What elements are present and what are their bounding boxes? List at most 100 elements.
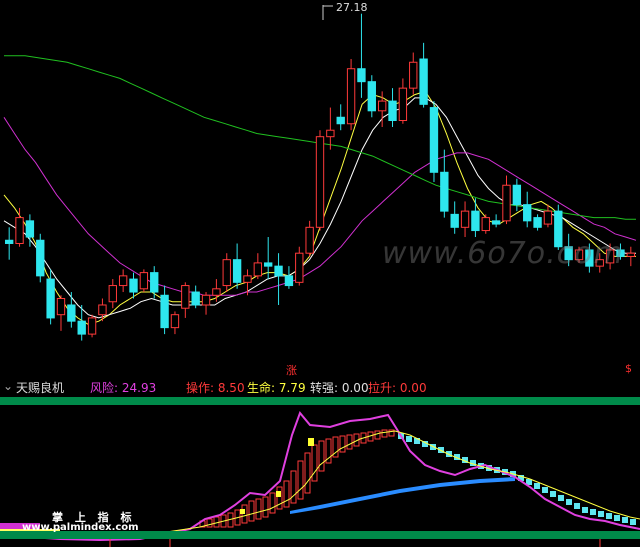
candle (419, 42, 428, 108)
candle-body (191, 291, 200, 306)
candle-body (491, 220, 501, 225)
candle (118, 269, 128, 293)
candle-body (284, 275, 294, 287)
candle-body (429, 107, 439, 173)
candle-body (502, 184, 511, 222)
blue-ramp (290, 477, 515, 514)
candle-body (46, 278, 55, 319)
candle-body (460, 210, 470, 228)
candle-body (626, 252, 635, 257)
candle-body (346, 68, 356, 125)
candle-body (440, 171, 449, 212)
candle (46, 269, 55, 325)
candle-body (77, 320, 86, 335)
candle (253, 253, 263, 280)
candle-body (326, 129, 335, 138)
candle (315, 130, 325, 231)
indicator-name[interactable]: 天赐良机 (16, 379, 64, 396)
candle (471, 198, 480, 238)
candle-body (264, 262, 273, 267)
candle (429, 101, 439, 182)
candle (502, 175, 511, 225)
candle-body (243, 275, 252, 283)
candle (150, 266, 159, 299)
candle-body (36, 239, 45, 277)
candle (87, 314, 97, 338)
candle-body (25, 220, 35, 238)
candle-body (108, 285, 117, 303)
candle-body (523, 204, 532, 222)
candle (346, 59, 356, 131)
candle (440, 149, 449, 218)
candle (336, 104, 345, 131)
candle-body (129, 278, 138, 293)
pull-up-value: 拉升: 0.00 (368, 381, 427, 395)
site-watermark: www.6o7o.com (382, 236, 624, 271)
candle (170, 311, 180, 335)
candle (67, 292, 76, 328)
candle (274, 253, 283, 305)
candle-body (98, 304, 107, 316)
candle-body (118, 275, 128, 287)
candle-body (15, 217, 24, 244)
candle-body (367, 81, 376, 112)
candle (232, 243, 242, 289)
candle-body (533, 217, 542, 228)
candle (460, 201, 470, 238)
candle (357, 13, 366, 98)
candle (181, 282, 190, 318)
candle-body (336, 116, 345, 125)
candle-body (5, 239, 14, 244)
footer-site-text: www.palmindex.com (22, 522, 139, 533)
candle-body (409, 61, 418, 89)
life-value: 生命: 7.79 (247, 381, 306, 395)
candle-body (212, 288, 221, 296)
candle (305, 220, 314, 257)
candle-body (181, 285, 190, 309)
candle-body (222, 259, 231, 287)
candle-body (481, 217, 490, 232)
candle (56, 295, 66, 331)
candle (523, 191, 532, 228)
candle (367, 75, 376, 118)
candle (626, 246, 635, 267)
candle-body (295, 252, 304, 283)
candle-body (201, 294, 211, 306)
candle (284, 266, 294, 289)
chevron-down-icon[interactable]: ⌄ (3, 379, 13, 393)
candle-body (232, 259, 242, 283)
candle (36, 233, 45, 283)
candle (295, 246, 304, 286)
candle-body (419, 58, 428, 105)
peak-price-label: 27.18 (336, 1, 368, 14)
candlesticks (5, 13, 635, 341)
candle-body (398, 87, 408, 122)
candle-body (377, 100, 387, 112)
candle (450, 201, 459, 234)
indicator-top-band (0, 397, 640, 405)
operate-value: 操作: 8.50 (186, 381, 245, 395)
turn-strong-value: 转强: 0.00 (310, 381, 369, 395)
candle-body (543, 210, 553, 225)
candle (398, 78, 408, 124)
candle (409, 52, 418, 95)
candle (201, 292, 211, 315)
candle-body (357, 68, 366, 83)
candlestick-chart[interactable] (0, 0, 640, 378)
candle-body (512, 184, 522, 206)
risk-value: 风险: 24.93 (90, 381, 157, 395)
candle (25, 214, 35, 247)
candle (543, 204, 553, 228)
candle-body (170, 314, 180, 329)
candle-body (274, 265, 283, 277)
candle (160, 285, 169, 335)
candle-body (388, 100, 397, 122)
candle-body (471, 210, 480, 232)
candle (491, 214, 501, 228)
candle-body (56, 298, 66, 316)
candle (15, 207, 24, 247)
candle-body (160, 294, 169, 329)
candle-body (87, 317, 97, 335)
candle (533, 214, 542, 231)
candle-body (305, 226, 314, 254)
